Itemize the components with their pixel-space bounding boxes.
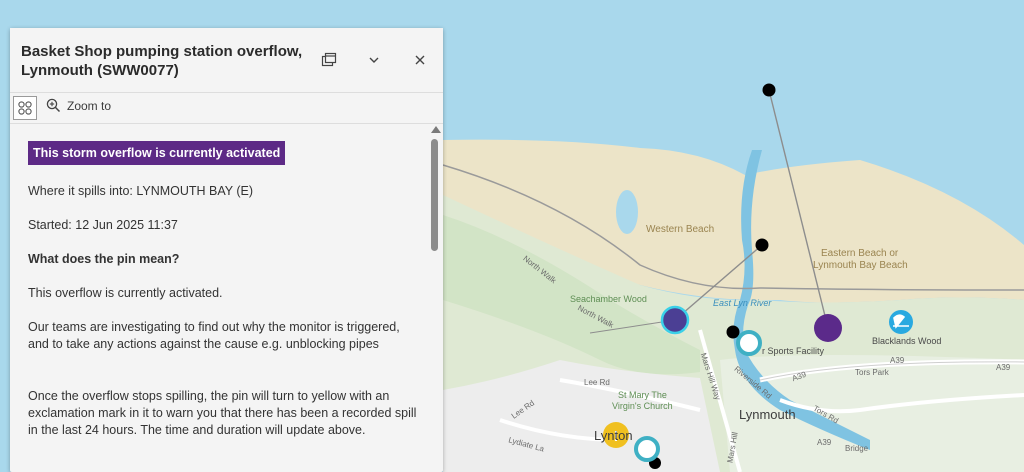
zoom-in-icon [46,98,61,113]
spills-into-text: Where it spills into: LYNMOUTH BAY (E) [28,184,254,198]
map-label-lynmouth: Lynmouth [739,407,796,422]
map-label-seachamber-wood: Seachamber Wood [570,294,647,304]
inactive-overflow-pin[interactable] [736,330,762,356]
feature-popup: Basket Shop pumping station overflow, Ly… [10,28,443,472]
map-label-st-mary: St Mary The [618,390,667,400]
zoom-to-button[interactable]: Zoom to [46,98,111,113]
status-badge: This storm overflow is currently activat… [28,141,286,165]
map-label-a39: A39 [890,356,905,365]
popup-title: Basket Shop pumping station overflow, Ly… [21,43,303,79]
map-label-eastern-beach: Lynmouth Bay Beach [813,260,908,271]
grid-icon [18,101,32,115]
close-icon[interactable] [409,49,431,71]
map-label-eastern-beach: Eastern Beach or [821,248,899,259]
map-label-sports-facility: r Sports Facility [762,346,825,356]
started-text: Started: 12 Jun 2025 11:37 [28,218,178,232]
map-label-blacklands-wood: Blacklands Wood [872,336,942,346]
map-label-a39: A39 [817,438,832,447]
actions-grid-button[interactable] [13,96,37,120]
pin-meaning-text: This overflow is currently activated. [28,286,223,300]
inactive-overflow-pin[interactable] [634,436,660,462]
active-overflow-pin[interactable] [660,305,690,335]
map-label-bridge: Bridge [845,444,869,453]
outfall-point-pin[interactable] [726,325,740,339]
pin-meaning-heading: What does the pin mean? [28,252,180,266]
scroll-up-arrow[interactable] [431,126,441,133]
popup-header: Basket Shop pumping station overflow, Ly… [10,28,443,92]
map-label-lee-rd: Lee Rd [584,378,610,387]
dock-icon[interactable] [318,49,340,71]
map-label-tors-park: Tors Park [855,368,889,377]
outfall-point-pin[interactable] [755,238,769,252]
outfall-point-pin[interactable] [762,83,776,97]
map-label-western-beach: Western Beach [646,224,715,235]
scroll-thumb[interactable] [431,139,438,251]
map-label-lynton: Lynton [594,428,633,443]
popup-content: This storm overflow is currently activat… [10,123,432,472]
activated-overflow-pin[interactable] [814,314,842,342]
map-label-virgins-church: Virgin's Church [612,401,673,411]
investigation-text: Our teams are investigating to find out … [28,320,400,351]
popup-toolbar: Zoom to [10,92,443,124]
zoom-to-label: Zoom to [67,98,112,113]
spill-info-text: Once the overflow stops spilling, the pi… [28,389,417,437]
pond [616,190,638,234]
popup-scrollbar[interactable] [430,123,442,472]
map-label-a39: A39 [996,363,1011,372]
map-label-east-lyn-river: East Lyn River [713,298,772,308]
chevron-down-icon[interactable] [363,49,385,71]
